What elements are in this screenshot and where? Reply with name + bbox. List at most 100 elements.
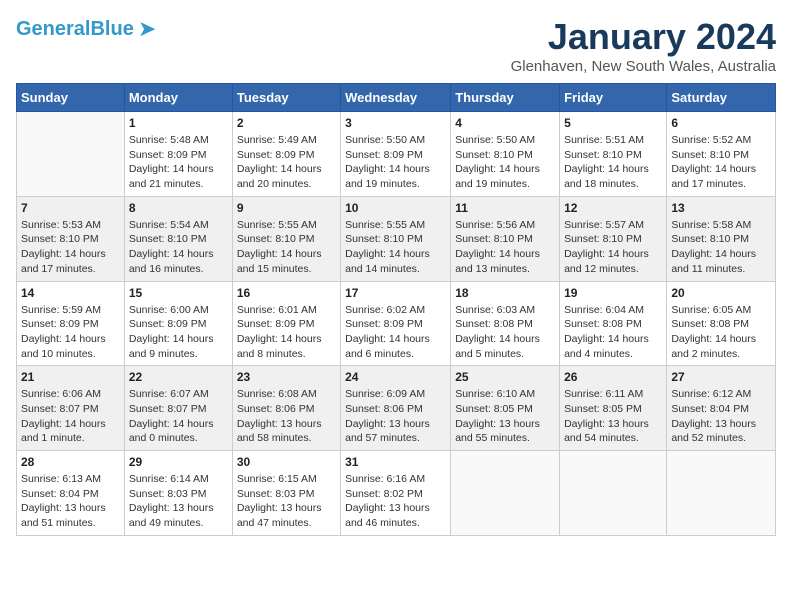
calendar-cell: 6Sunrise: 5:52 AM Sunset: 8:10 PM Daylig… (667, 112, 776, 197)
day-number: 4 (455, 116, 555, 130)
day-info: Sunrise: 5:55 AM Sunset: 8:10 PM Dayligh… (237, 218, 336, 277)
calendar-cell: 13Sunrise: 5:58 AM Sunset: 8:10 PM Dayli… (667, 196, 776, 281)
day-info: Sunrise: 5:53 AM Sunset: 8:10 PM Dayligh… (21, 218, 120, 277)
calendar-cell: 4Sunrise: 5:50 AM Sunset: 8:10 PM Daylig… (451, 112, 560, 197)
day-info: Sunrise: 6:00 AM Sunset: 8:09 PM Dayligh… (129, 303, 228, 362)
day-info: Sunrise: 6:15 AM Sunset: 8:03 PM Dayligh… (237, 472, 336, 531)
day-info: Sunrise: 6:08 AM Sunset: 8:06 PM Dayligh… (237, 387, 336, 446)
header-thursday: Thursday (451, 84, 560, 112)
day-number: 19 (564, 286, 662, 300)
calendar-cell: 30 Sunrise: 6:15 AM Sunset: 8:03 PM Dayli… (232, 451, 340, 536)
calendar-cell: 12 Sunrise: 5:57 AM Sunset: 8:10 PM Dayli… (560, 196, 667, 281)
calendar-cell: 25Sunrise: 6:10 AM Sunset: 8:05 PM Dayli… (451, 366, 560, 451)
day-number: 22 (129, 370, 228, 384)
day-number: 29 (129, 455, 228, 469)
header-monday: Monday (124, 84, 232, 112)
day-info: Sunrise: 5:57 AM Sunset: 8:10 PM Dayligh… (564, 218, 662, 277)
logo-text: GeneralBlue (16, 18, 134, 41)
day-info: Sunrise: 6:12 AM Sunset: 8:04 PM Dayligh… (671, 387, 771, 446)
calendar-cell (451, 451, 560, 536)
day-number: 5 (564, 116, 662, 130)
day-number: 14 (21, 286, 120, 300)
page-header: GeneralBlue ➤ January 2024 Glenhaven, Ne… (16, 16, 776, 75)
calendar-cell: 20Sunrise: 6:05 AM Sunset: 8:08 PM Dayli… (667, 281, 776, 366)
day-number: 21 (21, 370, 120, 384)
day-number: 12 (564, 201, 662, 215)
month-year: January 2024 (511, 16, 776, 58)
calendar-cell: 11Sunrise: 5:56 AM Sunset: 8:10 PM Dayli… (451, 196, 560, 281)
calendar-cell: 16 Sunrise: 6:01 AM Sunset: 8:09 PM Dayli… (232, 281, 340, 366)
day-info: Sunrise: 6:04 AM Sunset: 8:08 PM Dayligh… (564, 303, 662, 362)
day-info: Sunrise: 6:16 AM Sunset: 8:02 PM Dayligh… (345, 472, 446, 531)
calendar-cell: 27 Sunrise: 6:12 AM Sunset: 8:04 PM Dayli… (667, 366, 776, 451)
calendar-cell: 31 Sunrise: 6:16 AM Sunset: 8:02 PM Dayli… (341, 451, 451, 536)
day-number: 23 (237, 370, 336, 384)
day-number: 16 (237, 286, 336, 300)
calendar-cell: 7 Sunrise: 5:53 AM Sunset: 8:10 PM Daylig… (17, 196, 125, 281)
day-info: Sunrise: 6:03 AM Sunset: 8:08 PM Dayligh… (455, 303, 555, 362)
day-number: 9 (237, 201, 336, 215)
calendar-cell: 26Sunrise: 6:11 AM Sunset: 8:05 PM Dayli… (560, 366, 667, 451)
calendar-cell (17, 112, 125, 197)
day-info: Sunrise: 6:09 AM Sunset: 8:06 PM Dayligh… (345, 387, 446, 446)
day-number: 2 (237, 116, 336, 130)
calendar-week-row: 14Sunrise: 5:59 AM Sunset: 8:09 PM Dayli… (17, 281, 776, 366)
calendar-table: SundayMondayTuesdayWednesdayThursdayFrid… (16, 83, 776, 536)
header-sunday: Sunday (17, 84, 125, 112)
location: Glenhaven, New South Wales, Australia (511, 58, 776, 75)
calendar-cell: 9 Sunrise: 5:55 AM Sunset: 8:10 PM Daylig… (232, 196, 340, 281)
day-number: 8 (129, 201, 228, 215)
header-wednesday: Wednesday (341, 84, 451, 112)
day-info: Sunrise: 6:01 AM Sunset: 8:09 PM Dayligh… (237, 303, 336, 362)
day-number: 24 (345, 370, 446, 384)
day-number: 26 (564, 370, 662, 384)
calendar-header-row: SundayMondayTuesdayWednesdayThursdayFrid… (17, 84, 776, 112)
day-info: Sunrise: 5:55 AM Sunset: 8:10 PM Dayligh… (345, 218, 446, 277)
day-info: Sunrise: 5:50 AM Sunset: 8:09 PM Dayligh… (345, 133, 446, 192)
calendar-cell: 19 Sunrise: 6:04 AM Sunset: 8:08 PM Dayli… (560, 281, 667, 366)
calendar-week-row: 21 Sunrise: 6:06 AM Sunset: 8:07 PM Dayli… (17, 366, 776, 451)
day-number: 17 (345, 286, 446, 300)
day-number: 30 (237, 455, 336, 469)
day-number: 13 (671, 201, 771, 215)
day-number: 28 (21, 455, 120, 469)
day-info: Sunrise: 6:05 AM Sunset: 8:08 PM Dayligh… (671, 303, 771, 362)
day-info: Sunrise: 6:10 AM Sunset: 8:05 PM Dayligh… (455, 387, 555, 446)
calendar-cell: 21 Sunrise: 6:06 AM Sunset: 8:07 PM Dayli… (17, 366, 125, 451)
day-number: 31 (345, 455, 446, 469)
day-number: 6 (671, 116, 771, 130)
day-number: 10 (345, 201, 446, 215)
day-info: Sunrise: 5:54 AM Sunset: 8:10 PM Dayligh… (129, 218, 228, 277)
day-info: Sunrise: 6:13 AM Sunset: 8:04 PM Dayligh… (21, 472, 120, 531)
calendar-cell: 24 Sunrise: 6:09 AM Sunset: 8:06 PM Dayli… (341, 366, 451, 451)
day-info: Sunrise: 5:56 AM Sunset: 8:10 PM Dayligh… (455, 218, 555, 277)
day-info: Sunrise: 5:51 AM Sunset: 8:10 PM Dayligh… (564, 133, 662, 192)
day-info: Sunrise: 6:06 AM Sunset: 8:07 PM Dayligh… (21, 387, 120, 446)
day-number: 1 (129, 116, 228, 130)
logo: GeneralBlue ➤ (16, 16, 156, 42)
day-info: Sunrise: 6:07 AM Sunset: 8:07 PM Dayligh… (129, 387, 228, 446)
day-info: Sunrise: 6:14 AM Sunset: 8:03 PM Dayligh… (129, 472, 228, 531)
calendar-week-row: 28 Sunrise: 6:13 AM Sunset: 8:04 PM Dayli… (17, 451, 776, 536)
title-block: January 2024 Glenhaven, New South Wales,… (511, 16, 776, 75)
day-number: 27 (671, 370, 771, 384)
calendar-cell: 23 Sunrise: 6:08 AM Sunset: 8:06 PM Dayli… (232, 366, 340, 451)
header-saturday: Saturday (667, 84, 776, 112)
calendar-cell: 10 Sunrise: 5:55 AM Sunset: 8:10 PM Dayli… (341, 196, 451, 281)
calendar-cell: 3 Sunrise: 5:50 AM Sunset: 8:09 PM Daylig… (341, 112, 451, 197)
bird-icon: ➤ (138, 16, 156, 42)
calendar-cell: 1 Sunrise: 5:48 AM Sunset: 8:09 PM Daylig… (124, 112, 232, 197)
calendar-cell: 5 Sunrise: 5:51 AM Sunset: 8:10 PM Daylig… (560, 112, 667, 197)
calendar-cell: 29 Sunrise: 6:14 AM Sunset: 8:03 PM Dayli… (124, 451, 232, 536)
day-number: 18 (455, 286, 555, 300)
calendar-cell: 22 Sunrise: 6:07 AM Sunset: 8:07 PM Dayli… (124, 366, 232, 451)
logo-blue: Blue (90, 18, 133, 40)
calendar-cell: 8 Sunrise: 5:54 AM Sunset: 8:10 PM Daylig… (124, 196, 232, 281)
day-info: Sunrise: 5:48 AM Sunset: 8:09 PM Dayligh… (129, 133, 228, 192)
calendar-cell (667, 451, 776, 536)
calendar-cell: 15Sunrise: 6:00 AM Sunset: 8:09 PM Dayli… (124, 281, 232, 366)
calendar-cell: 28 Sunrise: 6:13 AM Sunset: 8:04 PM Dayli… (17, 451, 125, 536)
calendar-cell: 2Sunrise: 5:49 AM Sunset: 8:09 PM Daylig… (232, 112, 340, 197)
day-number: 7 (21, 201, 120, 215)
day-number: 3 (345, 116, 446, 130)
